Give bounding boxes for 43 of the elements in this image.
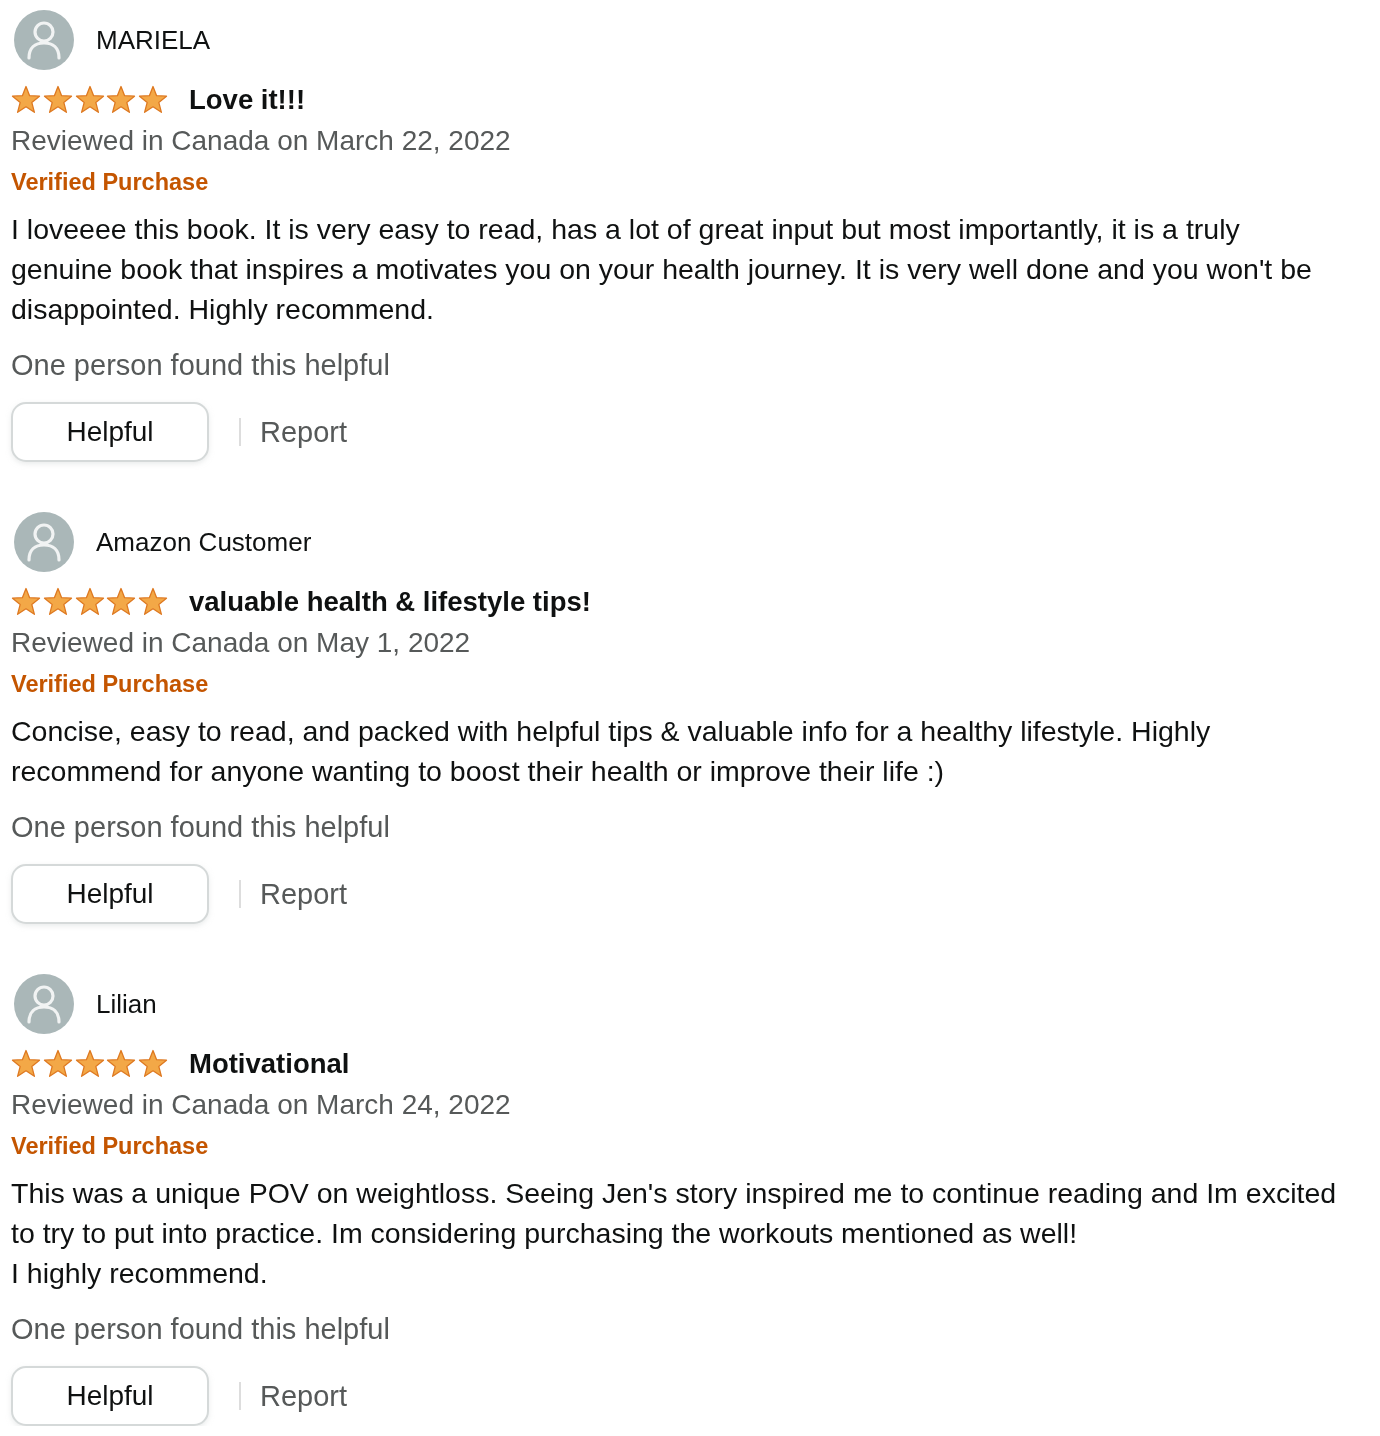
star-icon bbox=[42, 1049, 73, 1079]
review-date: Reviewed in Canada on May 1, 2022 bbox=[11, 626, 472, 660]
star-icon bbox=[106, 587, 137, 617]
helpful-button[interactable]: Helpful bbox=[11, 402, 209, 462]
review-date: Reviewed in Canada on March 24, 2022 bbox=[11, 1088, 512, 1122]
report-link[interactable]: Report bbox=[260, 876, 348, 912]
star-icon bbox=[42, 85, 73, 115]
helpful-button[interactable]: Helpful bbox=[11, 864, 209, 924]
user-avatar-icon bbox=[14, 10, 74, 70]
review-title: valuable health & lifestyle tips! bbox=[189, 586, 591, 618]
verified-purchase-label: Verified Purchase bbox=[11, 1132, 210, 1161]
user-avatar-icon bbox=[14, 512, 74, 572]
review-date: Reviewed in Canada on March 22, 2022 bbox=[11, 124, 512, 158]
star-icon bbox=[138, 1049, 168, 1079]
review-text: Concise, easy to read, and packed with helpful tips & valuable info for a healthy lifestyle. Highly recommend for anyone wanting to boost their health or improve their life :) bbox=[11, 714, 1212, 789]
star-icon bbox=[138, 85, 168, 115]
review-text: I loveeee this book. It is very easy to read, has a lot of great input but most importantly, it is a truly genuine book that inspires a motivates you on your health journey. It is very well done and you won't be disappointed. Highly recommend. bbox=[11, 212, 1313, 327]
star-icon bbox=[11, 85, 41, 115]
star-icon bbox=[74, 587, 105, 617]
review-text: I highly recommend. bbox=[11, 1256, 269, 1291]
report-link[interactable]: Report bbox=[260, 414, 348, 450]
star-icon bbox=[106, 1049, 137, 1079]
star-icon bbox=[74, 1049, 105, 1079]
helpful-count: One person found this helpful bbox=[11, 348, 391, 383]
star-icon bbox=[11, 587, 41, 617]
verified-purchase-label: Verified Purchase bbox=[11, 670, 210, 699]
helpful-count: One person found this helpful bbox=[11, 1312, 391, 1347]
star-icon bbox=[74, 85, 105, 115]
star-icon bbox=[138, 587, 168, 617]
helpful-button[interactable]: Helpful bbox=[11, 1366, 209, 1426]
star-icon bbox=[11, 1049, 41, 1079]
star-icon bbox=[42, 587, 73, 617]
review-title: Motivational bbox=[189, 1048, 350, 1080]
helpful-count: One person found this helpful bbox=[11, 810, 391, 845]
review-text: This was a unique POV on weightloss. Seeing Jen's story inspired me to continue reading and Im excited to try to put into practice. Im considering purchasing the workouts mentioned as well! bbox=[11, 1176, 1338, 1251]
verified-purchase-label: Verified Purchase bbox=[11, 168, 210, 197]
reviewer-name: MARIELA bbox=[96, 24, 211, 56]
reviewer-name: Amazon Customer bbox=[96, 526, 312, 558]
user-avatar-icon bbox=[14, 974, 74, 1034]
review-title: Love it!!! bbox=[189, 84, 306, 116]
star-icon bbox=[106, 85, 137, 115]
report-link[interactable]: Report bbox=[260, 1378, 348, 1414]
reviewer-name: Lilian bbox=[96, 988, 157, 1020]
